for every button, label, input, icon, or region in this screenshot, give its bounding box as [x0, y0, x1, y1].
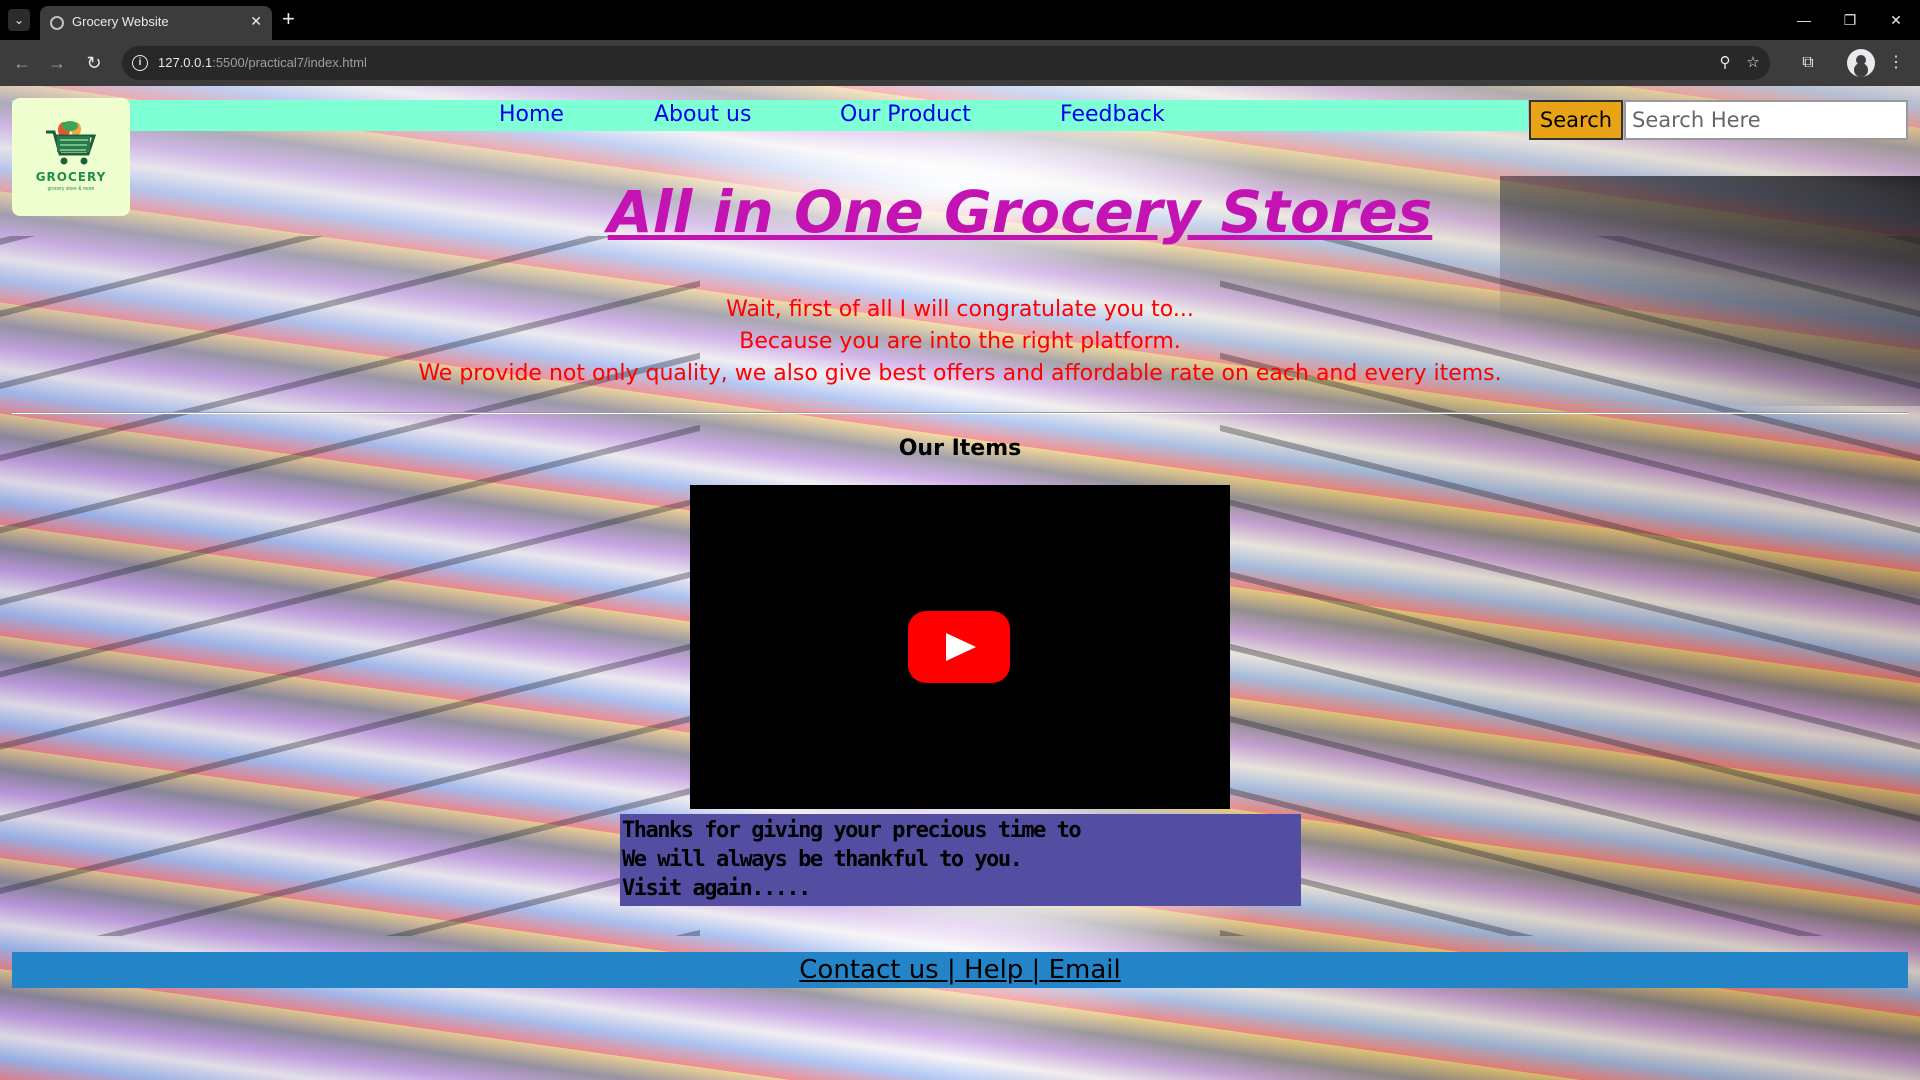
thanks-line: Thanks for giving your precious time to	[622, 818, 1082, 843]
url-text: 127.0.0.1:5500/practical7/index.html	[158, 55, 367, 70]
nav-link-about-us[interactable]: About us	[654, 102, 751, 127]
close-tab-icon[interactable]: ✕	[250, 13, 262, 30]
shopping-cart-icon	[46, 121, 97, 165]
page-title: All in One Grocery Stores	[607, 178, 1433, 246]
thanks-message: Thanks for giving your precious time to …	[620, 814, 1301, 906]
intro-line: Because you are into the right platform.	[739, 329, 1181, 354]
divider	[12, 412, 1908, 414]
tab-title: Grocery Website	[72, 14, 169, 29]
browser-tab[interactable]: Grocery Website ✕	[40, 6, 272, 40]
intro-line: Wait, first of all I will congratulate y…	[726, 297, 1194, 322]
zoom-icon[interactable]: ⚲	[1714, 52, 1736, 74]
nav-link-feedback[interactable]: Feedback	[1060, 102, 1165, 127]
intro-line: We provide not only quality, we also giv…	[418, 361, 1502, 386]
navbar: Home About us Our Product Feedback	[12, 100, 1528, 131]
thanks-line: Visit again.....	[622, 876, 811, 901]
browser-tabstrip: ⌄ Grocery Website ✕ + — ❐ ✕	[0, 0, 1920, 40]
reload-icon[interactable]: ↻	[82, 51, 106, 75]
youtube-play-icon[interactable]	[908, 611, 1010, 683]
search-input[interactable]: Search Here	[1624, 100, 1908, 140]
site-info-icon[interactable]: i	[132, 55, 148, 71]
address-bar[interactable]: i 127.0.0.1:5500/practical7/index.html ⚲…	[122, 46, 1770, 80]
items-heading: Our Items	[898, 436, 1022, 461]
forward-icon[interactable]: →	[45, 51, 69, 75]
search-button[interactable]: Search	[1529, 100, 1623, 140]
profile-avatar-icon[interactable]	[1847, 49, 1875, 77]
back-icon[interactable]: ←	[10, 51, 34, 75]
close-window-icon[interactable]: ✕	[1884, 8, 1908, 32]
browser-menu-icon[interactable]: ⋮	[1884, 51, 1908, 75]
thanks-line: We will always be thankful to you.	[622, 847, 1023, 872]
restore-window-icon[interactable]: ❐	[1838, 8, 1862, 32]
browser-toolbar: ← → ↻ i 127.0.0.1:5500/practical7/index.…	[0, 40, 1920, 86]
intro-text: Wait, first of all I will congratulate y…	[0, 294, 1920, 390]
tab-search-chevron-icon[interactable]: ⌄	[8, 9, 30, 31]
footer-links[interactable]: Contact us | Help | Email	[12, 952, 1908, 988]
new-tab-button[interactable]: +	[282, 6, 295, 32]
bookmark-star-icon[interactable]: ☆	[1742, 52, 1764, 74]
extensions-icon[interactable]: ⧉	[1796, 51, 1820, 75]
nav-link-home[interactable]: Home	[499, 102, 564, 127]
page-viewport: Home About us Our Product Feedback GROCE…	[0, 86, 1920, 1080]
video-player[interactable]	[690, 485, 1230, 809]
globe-icon	[50, 16, 64, 30]
nav-link-our-product[interactable]: Our Product	[840, 102, 971, 127]
minimize-window-icon[interactable]: —	[1792, 8, 1816, 32]
